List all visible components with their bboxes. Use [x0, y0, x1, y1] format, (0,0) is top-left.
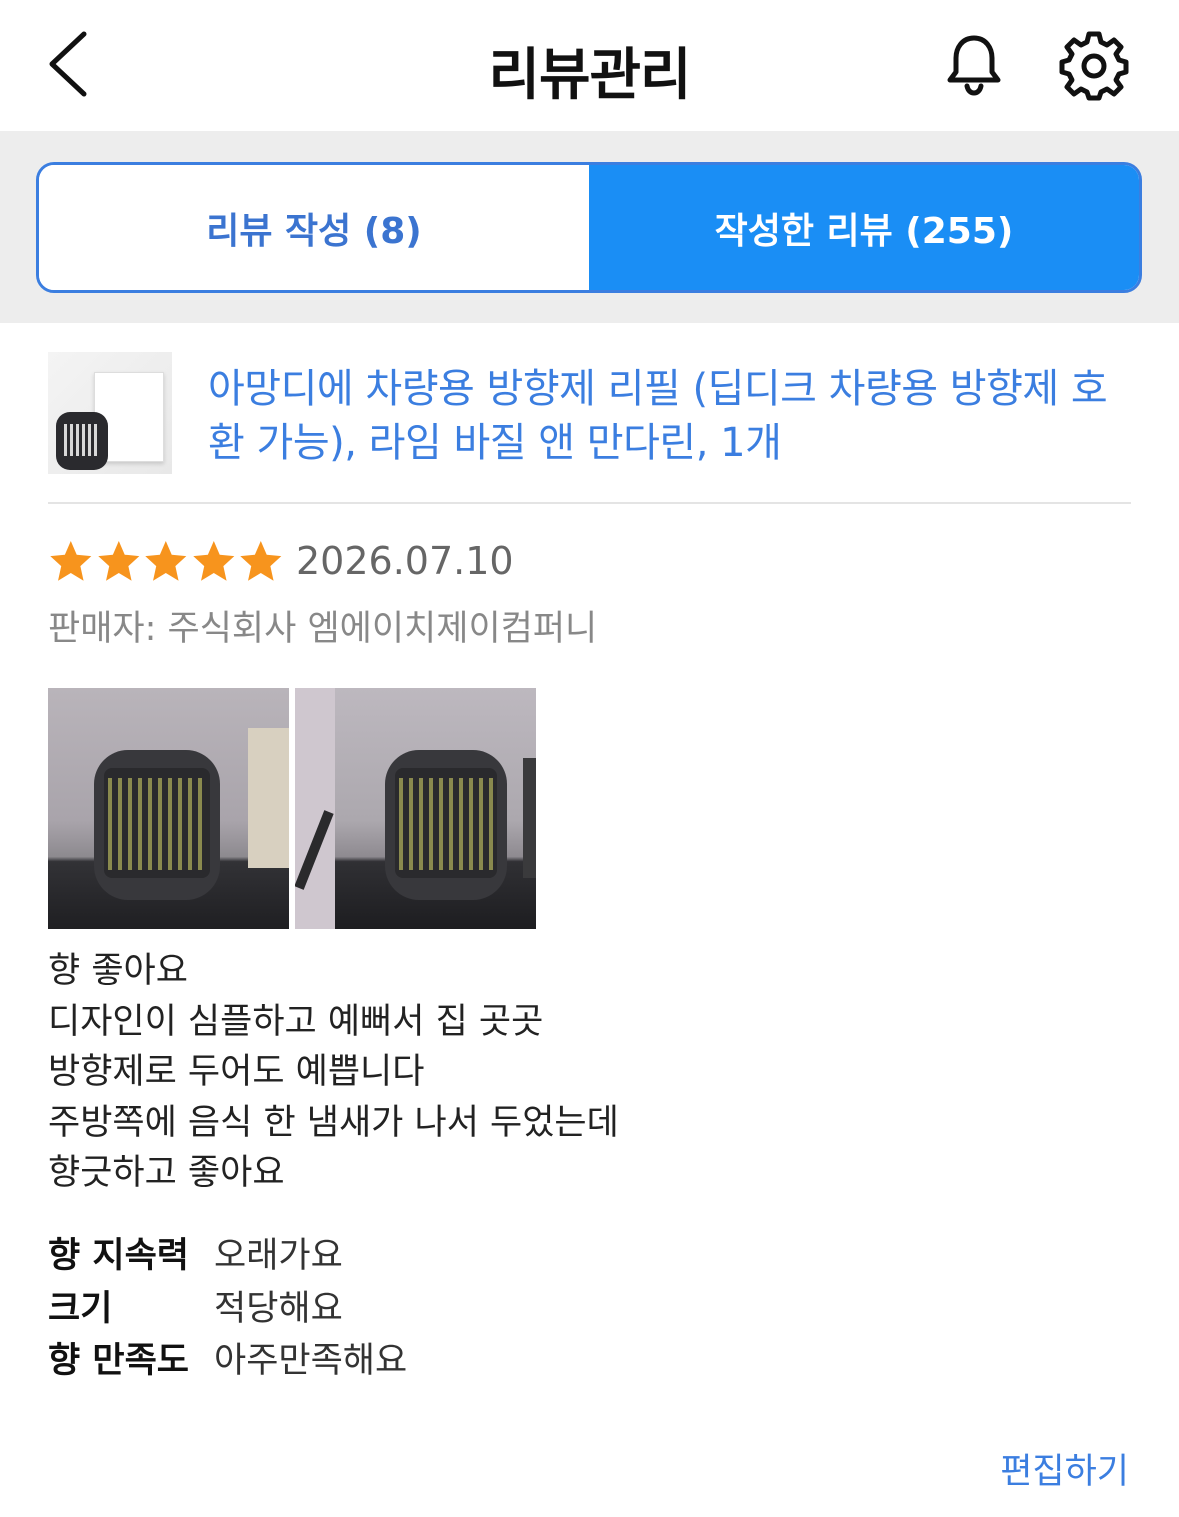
attribute-label: 향 만족도: [48, 1341, 189, 1381]
star-rating: [48, 539, 284, 587]
review-date: 2026.07.10: [296, 539, 514, 583]
attribute-value: 아주만족해요: [214, 1341, 408, 1381]
tabs-area: 리뷰 작성 (8) 작성한 리뷰 (255): [0, 131, 1179, 323]
tab-write-review[interactable]: 리뷰 작성 (8): [39, 165, 589, 290]
attribute-label: 크기: [48, 1288, 113, 1329]
tab-written-reviews[interactable]: 작성한 리뷰 (255): [589, 165, 1139, 290]
attribute-label: 향 지속력: [48, 1236, 189, 1276]
attribute-row: 향 만족도 아주만족해요: [48, 1335, 748, 1388]
seller-name: 판매자: 주식회사 엠에이치제이컴퍼니: [48, 609, 598, 649]
bell-icon: [947, 35, 1001, 96]
product-device-image: [56, 412, 108, 470]
review-photos: [48, 688, 536, 929]
star-icon: [97, 541, 139, 581]
star-icon: [145, 541, 187, 581]
gear-icon: [1059, 31, 1129, 101]
settings-button[interactable]: [1058, 30, 1130, 102]
product-name-link[interactable]: 아망디에 차량용 방향제 리필 (딥디크 차량용 방향제 호환 가능), 라임 …: [208, 362, 1128, 470]
product-thumbnail[interactable]: [48, 352, 172, 474]
review-body: 향 좋아요 디자인이 심플하고 예뻐서 집 곳곳 방향제로 두어도 예쁩니다 주…: [48, 951, 619, 1193]
edit-review-button[interactable]: 편집하기: [1000, 1443, 1129, 1494]
star-icon: [193, 541, 235, 581]
review-photo[interactable]: [48, 688, 289, 929]
notifications-button[interactable]: [940, 30, 1008, 98]
attribute-row: 크기 적당해요: [48, 1283, 748, 1336]
review-tabs: 리뷰 작성 (8) 작성한 리뷰 (255): [36, 162, 1142, 293]
product-info: 아망디에 차량용 방향제 리필 (딥디크 차량용 방향제 호환 가능), 라임 …: [48, 352, 1131, 504]
star-icon: [240, 541, 282, 581]
review-attributes: 향 지속력 오래가요 크기 적당해요 향 만족도 아주만족해요: [48, 1230, 748, 1388]
attribute-value: 적당해요: [214, 1288, 343, 1329]
attribute-row: 향 지속력 오래가요: [48, 1230, 748, 1283]
star-icon: [50, 541, 92, 581]
review-photo[interactable]: [295, 688, 536, 929]
header-bar: 리뷰관리: [0, 0, 1179, 131]
attribute-value: 오래가요: [214, 1236, 343, 1276]
